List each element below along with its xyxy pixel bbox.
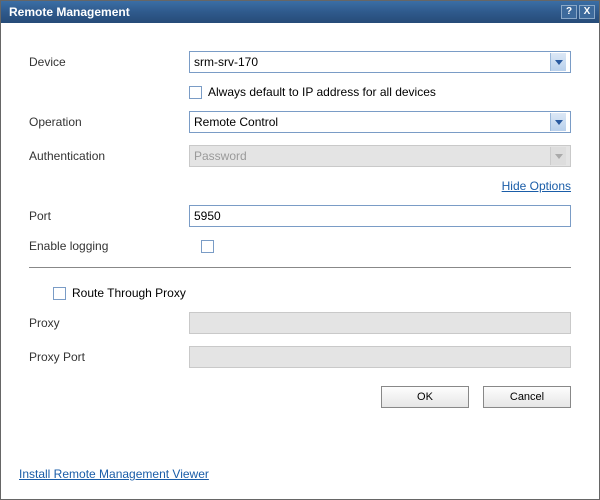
cancel-button[interactable]: Cancel — [483, 386, 571, 408]
proxy-input — [189, 312, 571, 334]
hide-options-link[interactable]: Hide Options — [502, 179, 571, 193]
route-through-proxy-label: Route Through Proxy — [72, 286, 186, 300]
port-input[interactable] — [189, 205, 571, 227]
enable-logging-label: Enable logging — [29, 239, 189, 253]
operation-dropdown[interactable]: Remote Control — [189, 111, 571, 133]
proxy-label: Proxy — [29, 316, 189, 330]
operation-label: Operation — [29, 115, 189, 129]
chevron-down-icon — [550, 53, 566, 71]
ok-button[interactable]: OK — [381, 386, 469, 408]
always-default-ip-checkbox[interactable] — [189, 86, 202, 99]
help-button[interactable]: ? — [561, 5, 577, 19]
install-viewer-link[interactable]: Install Remote Management Viewer — [19, 467, 209, 481]
authentication-dropdown: Password — [189, 145, 571, 167]
window-title: Remote Management — [9, 5, 561, 19]
port-label: Port — [29, 209, 189, 223]
chevron-down-icon — [550, 113, 566, 131]
route-through-proxy-checkbox[interactable] — [53, 287, 66, 300]
remote-management-dialog: Remote Management ? X Device srm-srv-170… — [0, 0, 600, 500]
authentication-label: Authentication — [29, 149, 189, 163]
close-icon: X — [584, 6, 591, 17]
device-label: Device — [29, 55, 189, 69]
close-button[interactable]: X — [579, 5, 595, 19]
chevron-down-icon — [550, 147, 566, 165]
device-dropdown[interactable]: srm-srv-170 — [189, 51, 571, 73]
titlebar: Remote Management ? X — [1, 1, 599, 23]
enable-logging-checkbox[interactable] — [201, 240, 214, 253]
divider — [29, 267, 571, 268]
proxy-port-input — [189, 346, 571, 368]
operation-value: Remote Control — [194, 115, 550, 129]
proxy-port-label: Proxy Port — [29, 350, 189, 364]
authentication-value: Password — [194, 149, 550, 163]
help-icon: ? — [566, 6, 572, 17]
device-value: srm-srv-170 — [194, 55, 550, 69]
always-default-ip-label: Always default to IP address for all dev… — [208, 85, 436, 99]
